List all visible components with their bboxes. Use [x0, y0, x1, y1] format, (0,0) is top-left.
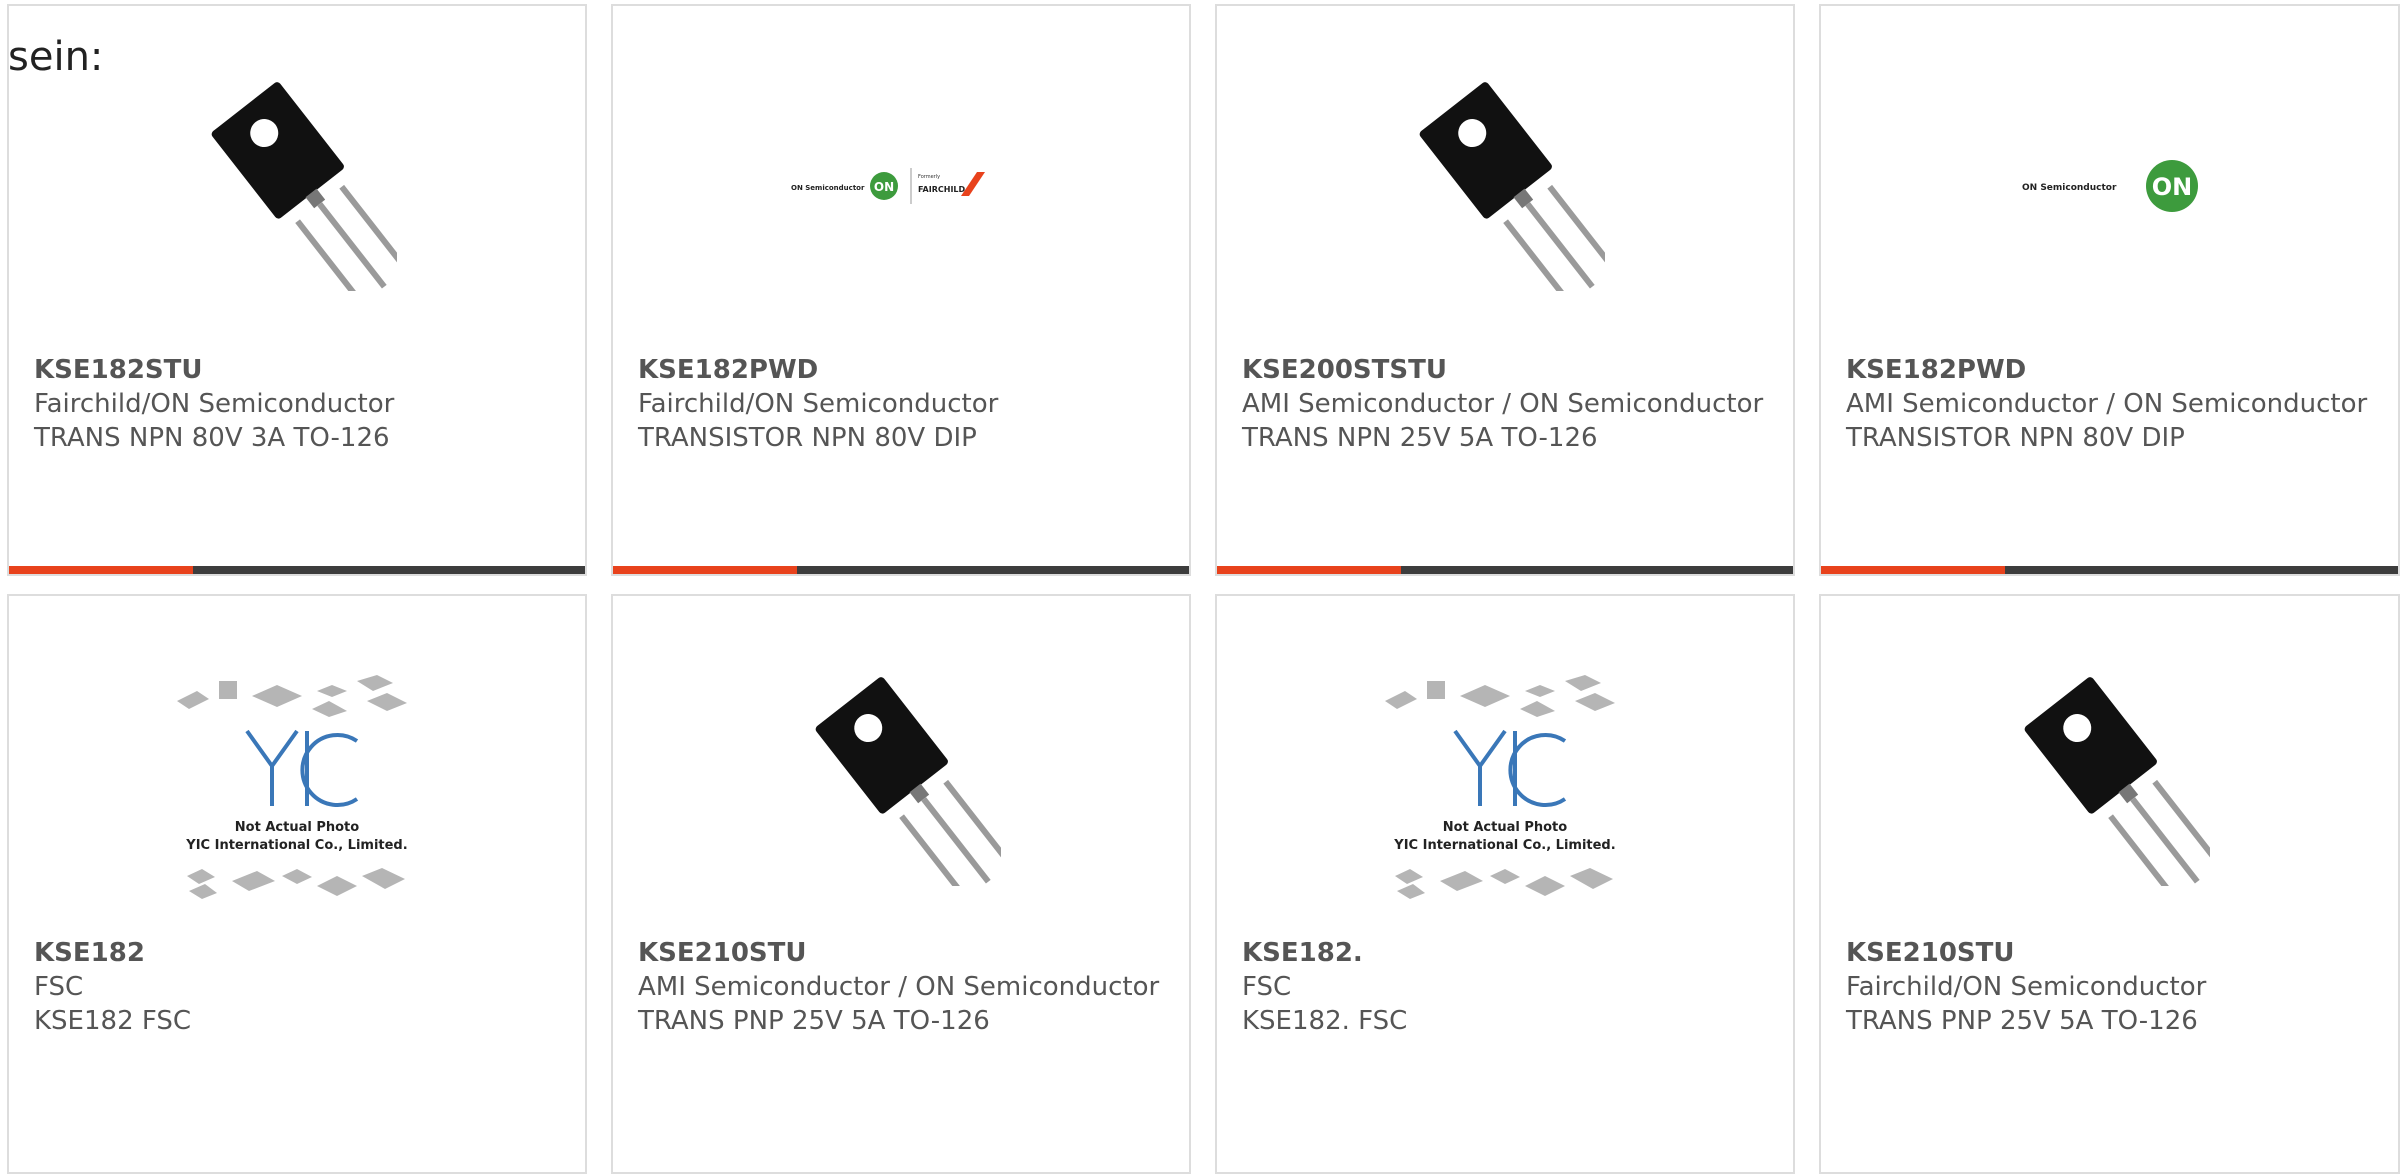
manufacturer: Fairchild/ON Semiconductor — [1846, 972, 2207, 1002]
product-card[interactable]: Not Actual Photo YIC International Co., … — [1215, 594, 1795, 1174]
yic-placeholder-image: Not Actual Photo YIC International Co., … — [177, 675, 408, 899]
manufacturer: Fairchild/ON Semiconductor — [34, 389, 395, 419]
description: TRANS NPN 80V 3A TO-126 — [34, 423, 390, 453]
description: TRANSISTOR NPN 80V DIP — [1846, 423, 2185, 453]
product-card[interactable]: Not Actual Photo YIC International Co., … — [7, 594, 587, 1174]
description: TRANS PNP 25V 5A TO-126 — [1846, 1006, 2198, 1036]
product-card[interactable]: KSE182STU Fairchild/ON Semiconductor TRA… — [7, 4, 587, 576]
part-number[interactable]: KSE182STU — [34, 353, 565, 387]
logo-right-text: FAIRCHILD — [918, 185, 966, 194]
description: TRANSISTOR NPN 80V DIP — [638, 423, 977, 453]
on-semi-logo: ON Semiconductor ON — [2022, 160, 2198, 212]
intro-text: sein: — [8, 34, 104, 80]
product-image: ON Semiconductor ON — [1821, 66, 2398, 306]
part-number[interactable]: KSE210STU — [638, 936, 1169, 970]
product-card[interactable]: KSE210STU AMI Semiconductor / ON Semicon… — [611, 594, 1191, 1174]
placeholder-line-1: Not Actual Photo — [235, 820, 359, 835]
card-bar — [1821, 566, 2398, 574]
manufacturer: FSC — [34, 972, 84, 1002]
part-number[interactable]: KSE182 — [34, 936, 565, 970]
card-bar-accent — [1217, 566, 1401, 574]
manufacturer: AMI Semiconductor / ON Semiconductor — [638, 972, 1160, 1002]
manufacturer: AMI Semiconductor / ON Semiconductor — [1242, 389, 1764, 419]
logo-left-text: ON Semiconductor — [791, 184, 865, 192]
product-card[interactable]: KSE200STSTU AMI Semiconductor / ON Semic… — [1215, 4, 1795, 576]
part-number[interactable]: KSE200STSTU — [1242, 353, 1773, 387]
product-image — [9, 66, 585, 306]
product-image — [1821, 656, 2398, 906]
yic-placeholder-image: Not Actual Photo YIC International Co., … — [1385, 675, 1616, 899]
transistor-image — [2024, 677, 2210, 886]
logo-badge-text: ON — [2151, 173, 2192, 201]
part-number[interactable]: KSE182PWD — [638, 353, 1169, 387]
card-bar-accent — [613, 566, 797, 574]
part-number[interactable]: KSE182. — [1242, 936, 1773, 970]
card-bar — [1217, 566, 1793, 574]
transistor-image — [211, 82, 397, 291]
product-image: Not Actual Photo YIC International Co., … — [1217, 666, 1793, 926]
logo-left-text: ON Semiconductor — [2022, 183, 2117, 193]
part-number[interactable]: KSE182PWD — [1846, 353, 2378, 387]
logo-badge-text: ON — [874, 180, 894, 194]
part-number[interactable]: KSE210STU — [1846, 936, 2378, 970]
placeholder-line-2: YIC International Co., Limited. — [1393, 838, 1615, 853]
product-image: Not Actual Photo YIC International Co., … — [9, 666, 585, 926]
description: KSE182. FSC — [1242, 1006, 1408, 1036]
card-bar-accent — [9, 566, 193, 574]
placeholder-line-2: YIC International Co., Limited. — [185, 838, 407, 853]
product-card[interactable]: KSE210STU Fairchild/ON Semiconductor TRA… — [1819, 594, 2400, 1174]
product-card[interactable]: ON Semiconductor ON KSE182PWD AMI Semico… — [1819, 4, 2400, 576]
transistor-image — [1419, 82, 1605, 291]
product-image — [613, 656, 1189, 906]
manufacturer: AMI Semiconductor / ON Semiconductor — [1846, 389, 2368, 419]
description: TRANS NPN 25V 5A TO-126 — [1242, 423, 1598, 453]
card-bar-accent — [1821, 566, 2005, 574]
on-fairchild-logo: ON Semiconductor ON Formerly FAIRCHILD — [791, 168, 985, 204]
card-bar — [613, 566, 1189, 574]
description: KSE182 FSC — [34, 1006, 192, 1036]
placeholder-line-1: Not Actual Photo — [1443, 820, 1567, 835]
manufacturer: FSC — [1242, 972, 1292, 1002]
product-image — [1217, 66, 1793, 306]
logo-formerly-text: Formerly — [918, 174, 940, 180]
transistor-image — [815, 677, 1001, 886]
product-grid: KSE182STU Fairchild/ON Semiconductor TRA… — [0, 0, 2400, 1174]
description: TRANS PNP 25V 5A TO-126 — [638, 1006, 990, 1036]
card-bar — [9, 566, 585, 574]
product-card[interactable]: ON Semiconductor ON Formerly FAIRCHILD K… — [611, 4, 1191, 576]
product-image: ON Semiconductor ON Formerly FAIRCHILD — [613, 66, 1189, 306]
manufacturer: Fairchild/ON Semiconductor — [638, 389, 999, 419]
